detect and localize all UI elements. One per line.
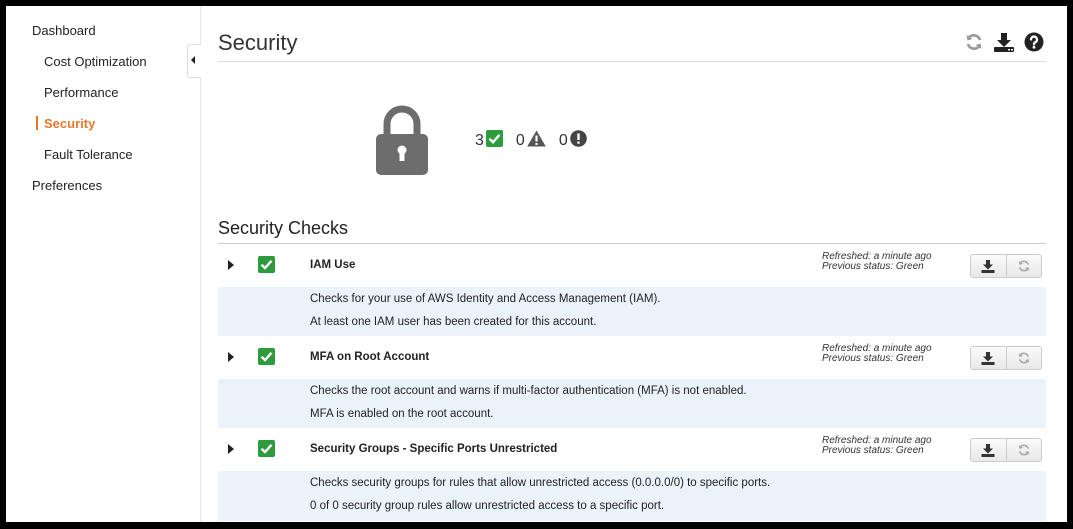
sidebar-item-dashboard[interactable]: Dashboard: [32, 23, 96, 38]
previous-status: Previous status: Green: [822, 261, 924, 272]
row-actions: [970, 346, 1042, 370]
refresh-icon: [1018, 352, 1029, 364]
main-content: Security 3 0 0 Security Checks IAM Use R…: [218, 6, 1046, 522]
sidebar-item-security[interactable]: Security: [44, 116, 95, 131]
refresh-icon: [1018, 260, 1029, 272]
check-result: 0 of 0 security group rules allow unrest…: [310, 500, 665, 512]
refresh-icon: [1018, 444, 1029, 456]
lock-icon: [375, 104, 429, 181]
sidebar-item-cost-optimization[interactable]: Cost Optimization: [44, 54, 147, 69]
check-row-security-groups: Security Groups - Specific Ports Unrestr…: [218, 428, 1046, 521]
row-actions: [970, 254, 1042, 278]
check-title[interactable]: IAM Use: [310, 259, 355, 271]
check-description: Checks for your use of AWS Identity and …: [310, 293, 661, 305]
green-check-icon: [258, 440, 275, 457]
expand-caret-icon[interactable]: [228, 352, 234, 362]
ok-count: 3: [475, 132, 484, 149]
check-row-header[interactable]: MFA on Root Account Refreshed: a minute …: [218, 336, 1046, 379]
refresh-button[interactable]: [1006, 254, 1042, 278]
sidebar: Dashboard Cost Optimization Performance …: [6, 6, 201, 522]
page-title: Security: [218, 30, 298, 55]
refresh-status: Refreshed: a minute ago Previous status:…: [822, 436, 932, 456]
download-button[interactable]: [970, 438, 1007, 462]
caret-left-icon: [191, 56, 195, 64]
active-indicator: [36, 116, 38, 130]
sidebar-item-preferences[interactable]: Preferences: [32, 178, 102, 193]
previous-status: Previous status: Green: [822, 353, 924, 364]
previous-status: Previous status: Green: [822, 445, 924, 456]
check-row-header[interactable]: Security Groups - Specific Ports Unrestr…: [218, 428, 1046, 471]
download-button[interactable]: [970, 254, 1007, 278]
check-description: Checks the root account and warns if mul…: [310, 385, 747, 397]
check-row-header[interactable]: IAM Use Refreshed: a minute ago Previous…: [218, 244, 1046, 287]
check-row-iam-use: IAM Use Refreshed: a minute ago Previous…: [218, 244, 1046, 338]
green-check-icon: [258, 348, 275, 365]
green-check-icon: [485, 130, 503, 152]
help-icon[interactable]: [1024, 32, 1044, 52]
sidebar-item-fault-tolerance[interactable]: Fault Tolerance: [44, 147, 133, 162]
refresh-button[interactable]: [1006, 438, 1042, 462]
warning-triangle-icon: [527, 130, 546, 152]
check-result: At least one IAM user has been created f…: [310, 316, 597, 328]
sidebar-item-performance[interactable]: Performance: [44, 85, 118, 100]
check-title[interactable]: Security Groups - Specific Ports Unrestr…: [310, 443, 557, 455]
refresh-icon[interactable]: [964, 32, 984, 52]
error-exclamation-icon: [569, 130, 587, 152]
download-icon: [981, 443, 995, 457]
green-check-icon: [258, 256, 275, 273]
download-icon: [981, 259, 995, 273]
refresh-button[interactable]: [1006, 346, 1042, 370]
check-details: Checks security groups for rules that al…: [218, 471, 1046, 521]
warning-count: 0: [515, 132, 525, 149]
check-title[interactable]: MFA on Root Account: [310, 351, 429, 363]
download-icon[interactable]: [993, 32, 1015, 52]
expand-caret-icon[interactable]: [228, 444, 234, 454]
row-actions: [970, 438, 1042, 462]
trusted-advisor-window: Dashboard Cost Optimization Performance …: [6, 6, 1067, 522]
security-checks-heading: Security Checks: [218, 218, 349, 238]
check-result: MFA is enabled on the root account.: [310, 408, 494, 420]
check-details: Checks the root account and warns if mul…: [218, 379, 1046, 429]
status-summary: 3 0 0: [475, 130, 587, 152]
check-details: Checks for your use of AWS Identity and …: [218, 287, 1046, 337]
sidebar-collapse-button[interactable]: [187, 44, 201, 78]
check-row-mfa-root: MFA on Root Account Refreshed: a minute …: [218, 336, 1046, 430]
title-divider: [218, 61, 1046, 62]
check-description: Checks security groups for rules that al…: [310, 477, 771, 489]
refresh-status: Refreshed: a minute ago Previous status:…: [822, 344, 932, 364]
header-actions: [964, 32, 1044, 52]
download-icon: [981, 351, 995, 365]
refresh-status: Refreshed: a minute ago Previous status:…: [822, 252, 932, 272]
expand-caret-icon[interactable]: [228, 260, 234, 270]
download-button[interactable]: [970, 346, 1007, 370]
error-count: 0: [558, 132, 568, 149]
